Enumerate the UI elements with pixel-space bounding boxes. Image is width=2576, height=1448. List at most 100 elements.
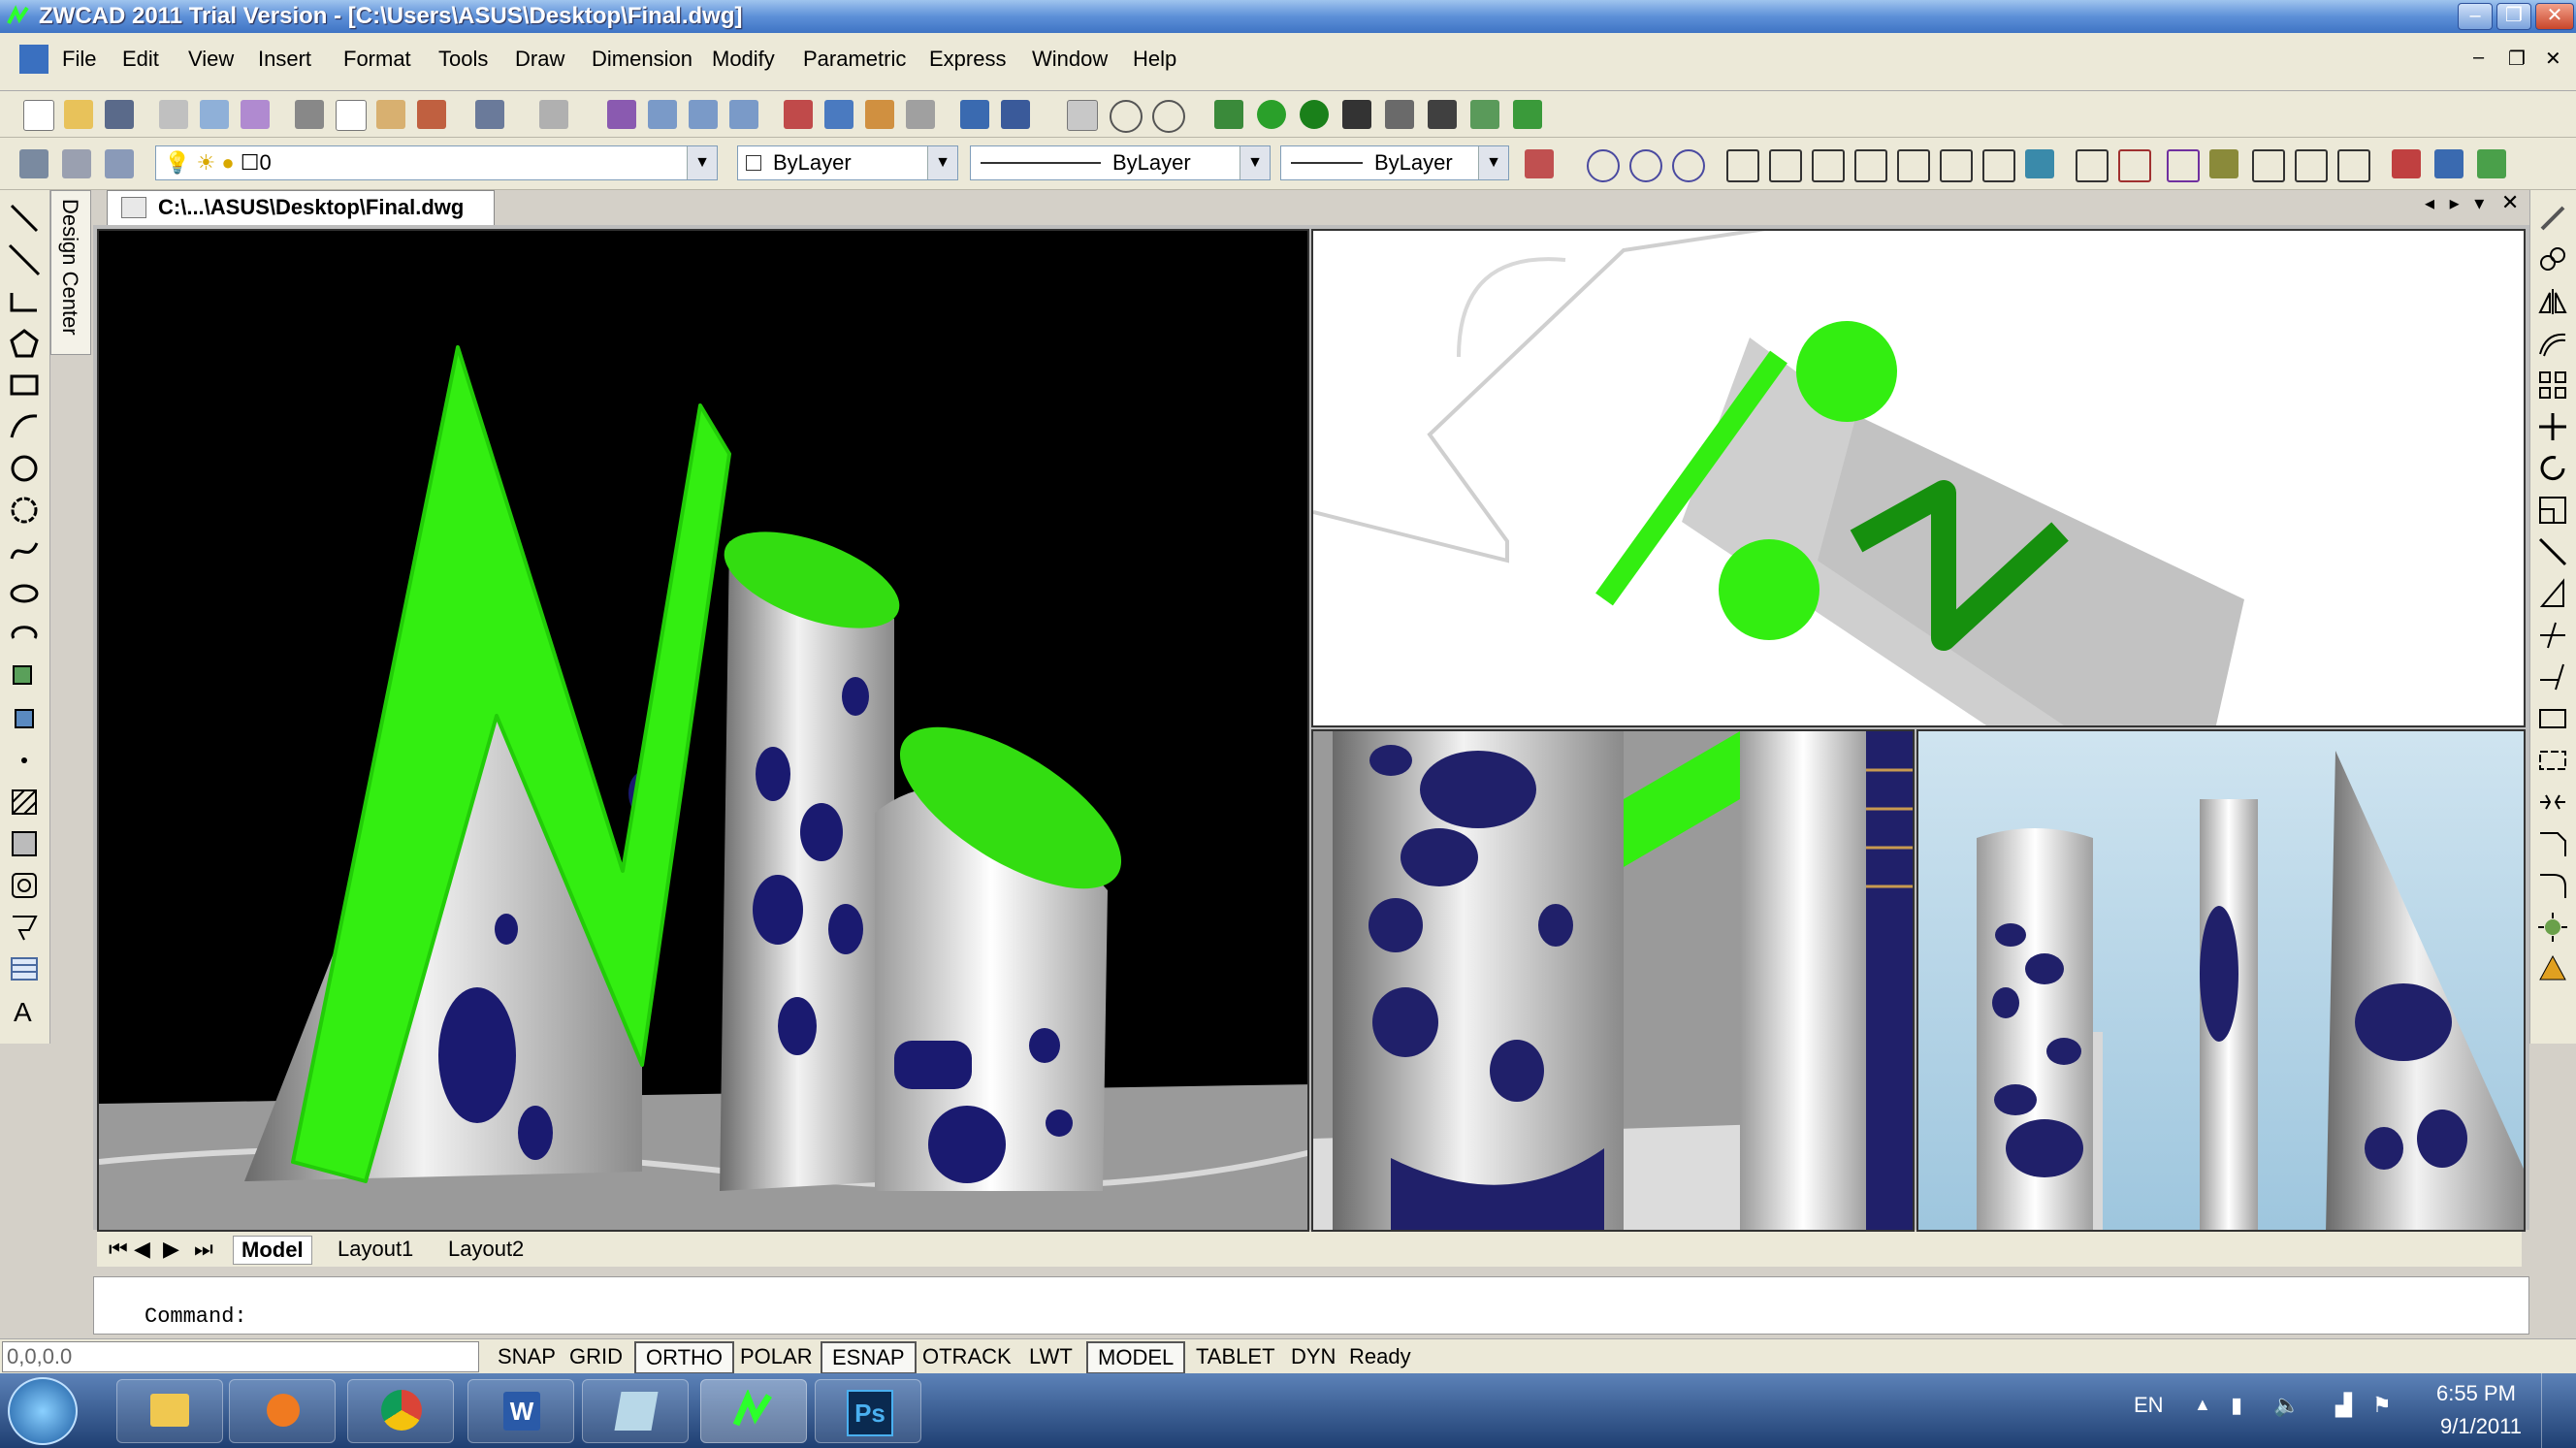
zoom-extents-icon[interactable]: [2434, 149, 2463, 178]
chevron-down-icon[interactable]: ▼: [927, 146, 957, 179]
tool-palettes-icon[interactable]: [865, 100, 894, 129]
clock-date[interactable]: 9/1/2011: [2440, 1414, 2522, 1439]
offset-faces-icon[interactable]: [1812, 149, 1845, 182]
menu-view[interactable]: View: [188, 47, 234, 72]
menu-dimension[interactable]: Dimension: [592, 47, 692, 72]
minimize-button[interactable]: –: [2458, 3, 2493, 30]
move-icon[interactable]: [2536, 410, 2569, 443]
polygon-icon[interactable]: [8, 327, 41, 360]
cut-icon[interactable]: [295, 100, 324, 129]
color-combo[interactable]: ByLayer ▼: [737, 145, 958, 180]
copy-object-icon[interactable]: [2536, 243, 2569, 276]
subtract-icon[interactable]: [1629, 149, 1662, 182]
gradient-icon[interactable]: [8, 827, 41, 860]
lwt-toggle[interactable]: LWT: [1018, 1341, 1083, 1372]
trim-icon[interactable]: [2536, 619, 2569, 652]
viewport-detail[interactable]: [1311, 729, 1915, 1232]
make-block-icon[interactable]: [8, 702, 41, 735]
last-layout-icon[interactable]: ⏭: [186, 1236, 221, 1263]
close-button[interactable]: ✕: [2535, 3, 2574, 30]
mdi-close-button[interactable]: ✕: [2545, 47, 2561, 71]
rotate-icon[interactable]: [2536, 452, 2569, 485]
orbit-icon[interactable]: [2477, 149, 2506, 178]
media-player-icon[interactable]: [229, 1379, 336, 1443]
print-icon[interactable]: [159, 100, 188, 129]
menu-window[interactable]: Window: [1032, 47, 1108, 72]
spline-icon[interactable]: [8, 535, 41, 568]
word-icon[interactable]: W: [467, 1379, 574, 1443]
layer-manager-icon[interactable]: [19, 149, 48, 178]
arc-icon[interactable]: [8, 410, 41, 443]
ortho-toggle[interactable]: ORTHO: [634, 1341, 735, 1374]
ellipse-arc-icon[interactable]: [8, 619, 41, 652]
maximize-button[interactable]: ❐: [2496, 3, 2531, 30]
plot-style-icon[interactable]: [1525, 149, 1554, 178]
render-material-icon[interactable]: [1342, 100, 1371, 129]
construction-line-icon[interactable]: [8, 243, 41, 276]
boundary-icon[interactable]: [8, 911, 41, 944]
blocks-icon[interactable]: [2536, 952, 2569, 985]
move-faces-icon[interactable]: [1769, 149, 1802, 182]
menu-insert[interactable]: Insert: [258, 47, 311, 72]
undo-icon[interactable]: [475, 100, 504, 129]
dyn-toggle[interactable]: DYN: [1280, 1341, 1346, 1372]
pan-icon[interactable]: [607, 100, 636, 129]
explode-icon[interactable]: [2536, 911, 2569, 944]
next-layout-icon[interactable]: ▶: [155, 1236, 187, 1263]
revision-cloud-icon[interactable]: [8, 494, 41, 527]
language-indicator[interactable]: EN: [2134, 1393, 2164, 1418]
light-icon[interactable]: [1385, 100, 1414, 129]
erase-icon[interactable]: [2536, 202, 2569, 235]
command-window[interactable]: Command:: [93, 1276, 2529, 1335]
background-icon[interactable]: [1470, 100, 1499, 129]
menu-draw[interactable]: Draw: [515, 47, 564, 72]
rectangle-icon[interactable]: [8, 369, 41, 402]
photoshop-icon[interactable]: Ps: [815, 1379, 921, 1443]
calculator-icon[interactable]: [906, 100, 935, 129]
menu-tools[interactable]: Tools: [438, 47, 488, 72]
prev-layout-icon[interactable]: ◀: [126, 1236, 158, 1263]
find-icon[interactable]: [960, 100, 989, 129]
explorer-icon[interactable]: [116, 1379, 223, 1443]
volume-icon[interactable]: 🔈: [2273, 1393, 2300, 1418]
chevron-down-icon[interactable]: ▼: [1478, 146, 1508, 179]
clean-icon[interactable]: [2209, 149, 2238, 178]
viewport-perspective[interactable]: [97, 229, 1309, 1232]
delete-faces-icon[interactable]: [1854, 149, 1887, 182]
line-icon[interactable]: [8, 202, 41, 235]
save-icon[interactable]: [105, 100, 134, 129]
otrack-toggle[interactable]: OTRACK: [912, 1341, 1022, 1372]
explore-icon[interactable]: [2392, 149, 2421, 178]
copy-faces-icon[interactable]: [1982, 149, 2015, 182]
break-icon[interactable]: [2536, 744, 2569, 777]
help-icon[interactable]: [1001, 100, 1030, 129]
layer-state-icon[interactable]: [62, 149, 91, 178]
menu-file[interactable]: File: [62, 47, 96, 72]
grid-toggle[interactable]: GRID: [559, 1341, 633, 1372]
render-icon[interactable]: [1152, 100, 1185, 133]
mirror-icon[interactable]: [2536, 285, 2569, 318]
design-center-tab[interactable]: Design Center: [50, 190, 91, 355]
solid-torus-icon[interactable]: [1300, 100, 1329, 129]
tablet-toggle[interactable]: TABLET: [1185, 1341, 1286, 1372]
stretch-icon[interactable]: [2536, 535, 2569, 568]
chrome-icon[interactable]: [347, 1379, 454, 1443]
break-at-point-icon[interactable]: [2536, 702, 2569, 735]
viewport-sky[interactable]: [1916, 729, 2526, 1232]
close-document-icon[interactable]: ✕: [2501, 190, 2519, 214]
viewport-top[interactable]: [1311, 229, 2526, 727]
zwcad-taskbar-icon[interactable]: [700, 1379, 807, 1443]
hatch-icon[interactable]: [8, 786, 41, 819]
tray-expand-icon[interactable]: ▲: [2194, 1395, 2211, 1415]
snap-toggle[interactable]: SNAP: [487, 1341, 566, 1372]
chamfer-icon[interactable]: [2536, 827, 2569, 860]
action-center-icon[interactable]: ⚑: [2372, 1393, 2392, 1418]
power-icon[interactable]: ▮: [2231, 1393, 2242, 1418]
chevron-down-icon[interactable]: ▼: [1240, 146, 1270, 179]
menu-express[interactable]: Express: [929, 47, 1006, 72]
esnap-toggle[interactable]: ESNAP: [821, 1341, 917, 1374]
properties-icon[interactable]: [784, 100, 813, 129]
menu-format[interactable]: Format: [343, 47, 411, 72]
fillet-icon[interactable]: [2536, 869, 2569, 902]
zoom-realtime-icon[interactable]: [648, 100, 677, 129]
